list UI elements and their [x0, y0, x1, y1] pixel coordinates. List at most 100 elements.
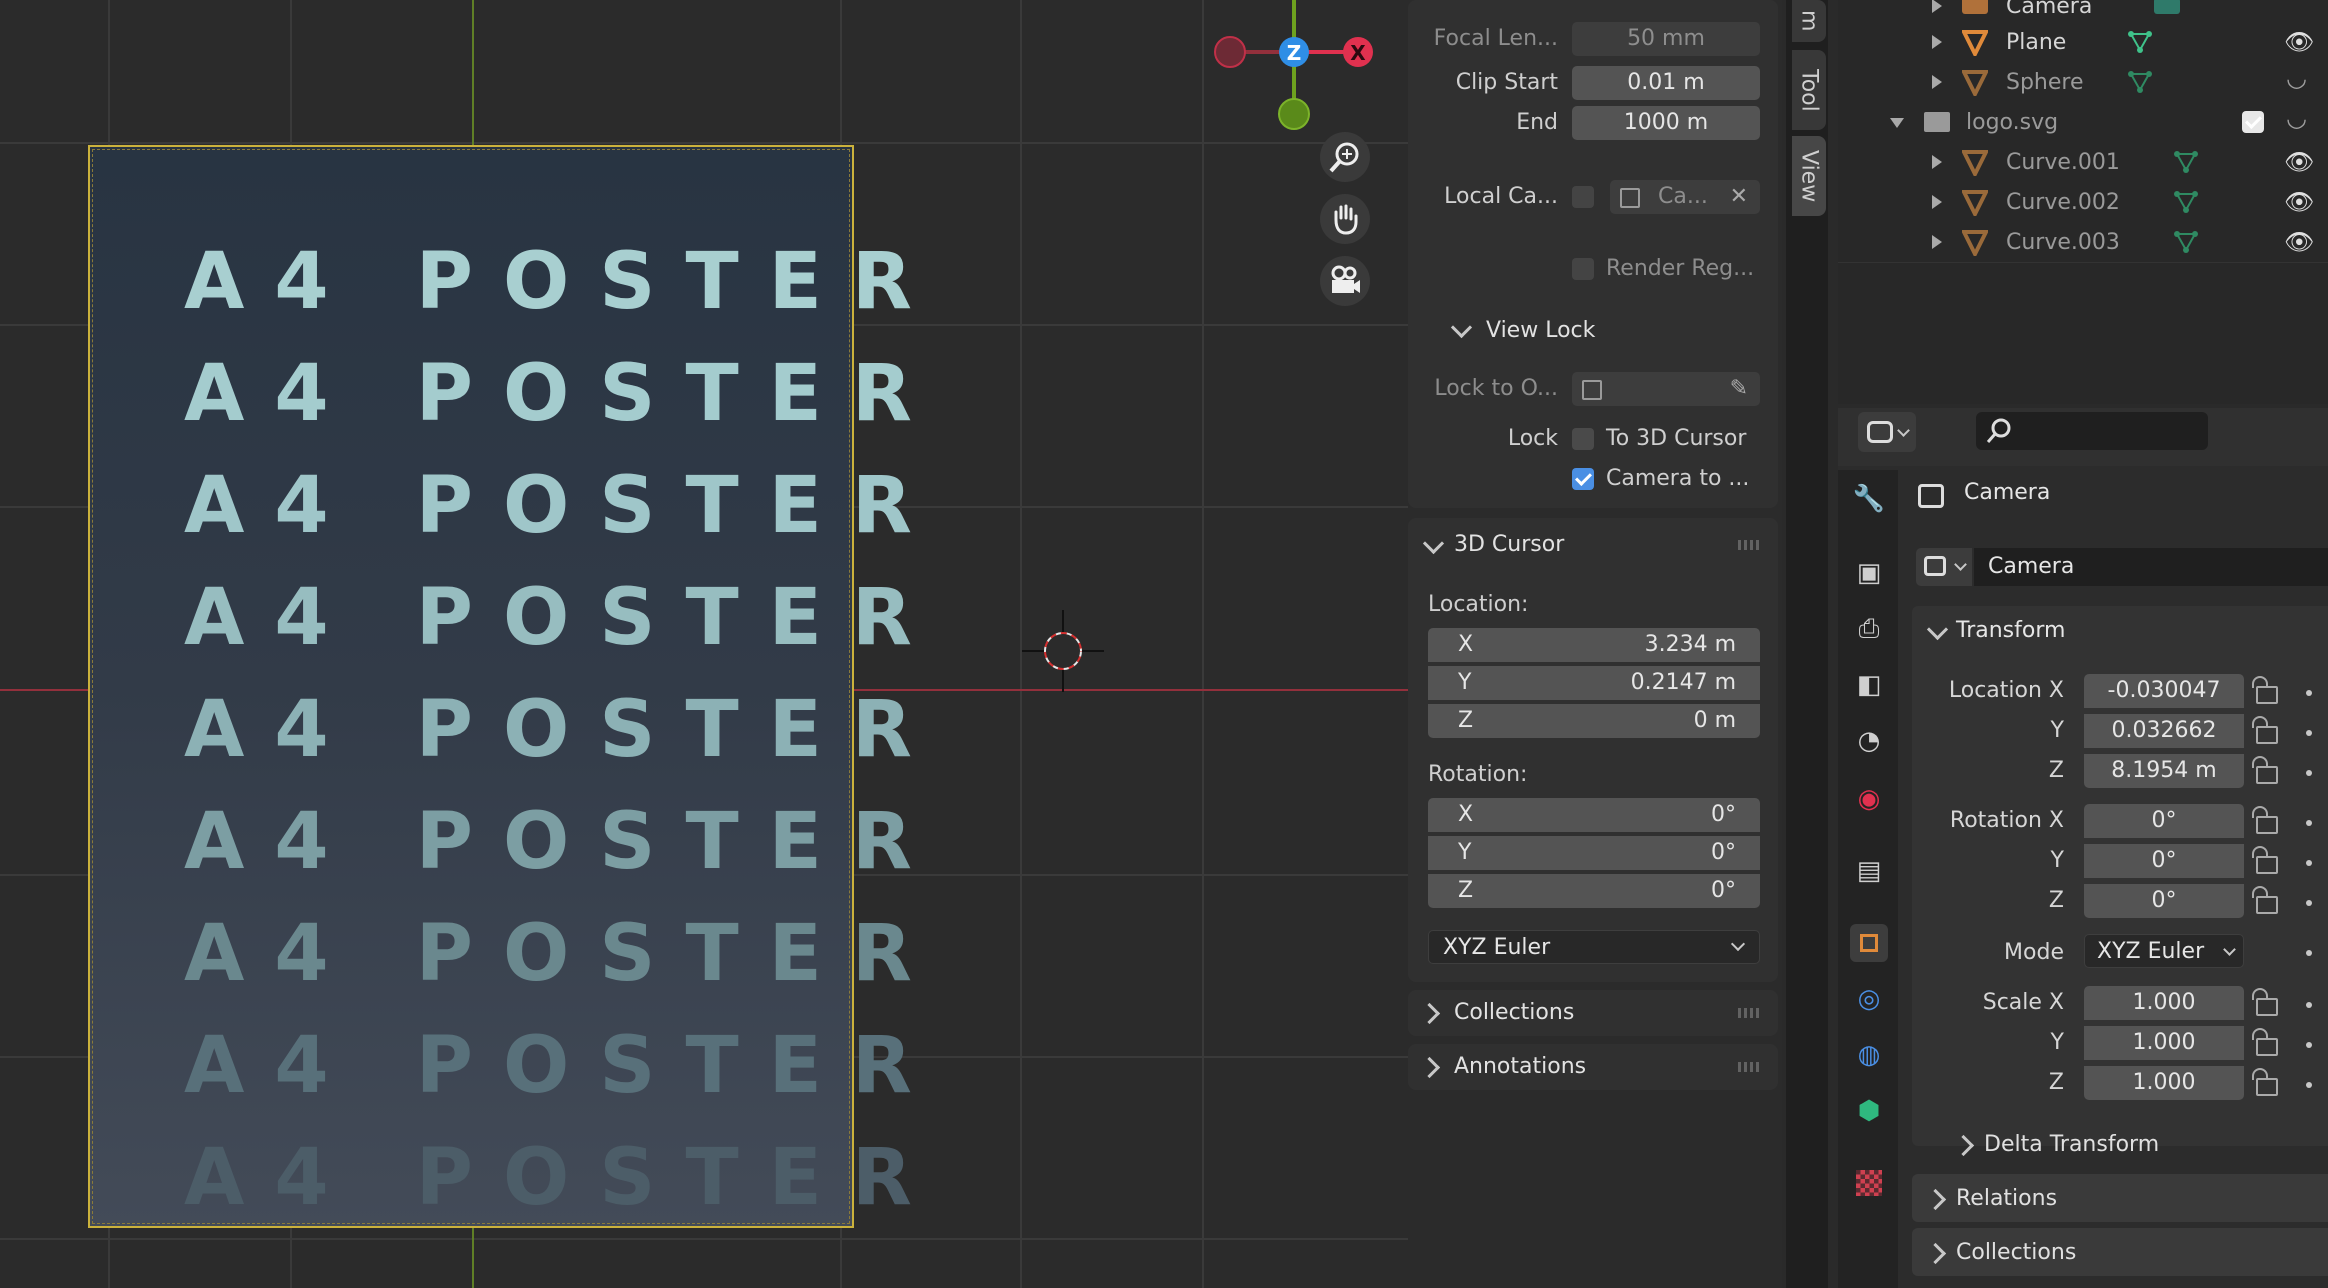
texture-tab-icon[interactable] — [1850, 1164, 1888, 1202]
keyframe-dot-icon[interactable] — [2306, 950, 2312, 956]
render-region-checkbox[interactable] — [1572, 258, 1594, 280]
lock-icon[interactable] — [2252, 716, 2278, 744]
3d-cursor-icon[interactable] — [1022, 610, 1104, 692]
cursor-loc-y[interactable]: Y 0.2147 m — [1428, 666, 1760, 700]
keyframe-dot-icon[interactable] — [2306, 820, 2312, 826]
eyedropper-icon[interactable]: ✎ — [1730, 372, 1748, 406]
rotation-mode-dropdown[interactable]: XYZ Euler — [1428, 930, 1760, 964]
world-tab-icon[interactable]: ◉ — [1850, 780, 1888, 818]
cursor-header[interactable]: 3D Cursor — [1454, 532, 1564, 557]
clear-icon[interactable]: ✕ — [1730, 180, 1748, 214]
poster-camera-frame[interactable]: A4 POSTER A4 POSTER A4 POSTER A4 POSTER … — [88, 145, 912, 1228]
focal-length-field[interactable]: 50 mm — [1572, 22, 1760, 56]
eye-closed-icon[interactable]: ◡ — [2286, 104, 2307, 132]
lock-to-object-field[interactable]: ✎ — [1572, 372, 1760, 406]
drag-handle-icon[interactable] — [1738, 1062, 1762, 1072]
outliner-label: Plane — [2006, 30, 2067, 55]
scene-tab-icon[interactable]: ◔ — [1850, 722, 1888, 760]
rotation-y-field[interactable]: 0° — [2084, 844, 2244, 878]
lock-icon[interactable] — [2252, 676, 2278, 704]
scale-y-field[interactable]: 1.000 — [2084, 1026, 2244, 1060]
annotations-header[interactable]: Annotations — [1454, 1054, 1586, 1079]
camera-data-tab-icon[interactable]: ⬢ — [1850, 1092, 1888, 1130]
outliner-row-curve-002[interactable]: Curve.002 👁 — [1838, 182, 2328, 222]
location-z-field[interactable]: 8.1954 m — [2084, 754, 2244, 788]
outliner-row-sphere[interactable]: Sphere ◡ — [1838, 62, 2328, 102]
keyframe-dot-icon[interactable] — [2306, 860, 2312, 866]
rotation-z-field[interactable]: 0° — [2084, 884, 2244, 918]
lock-to-cursor-checkbox[interactable] — [1572, 428, 1594, 450]
modifier-tab-icon[interactable]: ◎ — [1850, 980, 1888, 1018]
pan-button[interactable] — [1320, 194, 1370, 244]
3d-viewport[interactable]: A4 POSTER A4 POSTER A4 POSTER A4 POSTER … — [0, 0, 1410, 1288]
collections-header[interactable]: Collections — [1956, 1240, 2076, 1265]
collection-tab-icon[interactable]: ▤ — [1850, 852, 1888, 890]
clip-end-field[interactable]: 1000 m — [1572, 106, 1760, 140]
view-lock-header[interactable]: View Lock — [1486, 318, 1595, 343]
eye-icon[interactable]: 👁 — [2284, 28, 2314, 56]
lock-to-object-label: Lock to O... — [1434, 376, 1558, 401]
lock-icon[interactable] — [2252, 846, 2278, 874]
keyframe-dot-icon[interactable] — [2306, 1042, 2312, 1048]
lock-icon[interactable] — [2252, 1028, 2278, 1056]
scale-z-field[interactable]: 1.000 — [2084, 1066, 2244, 1100]
collection-checkbox[interactable] — [2242, 111, 2264, 133]
keyframe-dot-icon[interactable] — [2306, 1082, 2312, 1088]
cursor-loc-z[interactable]: Z0 m — [1428, 704, 1760, 738]
lock-camera-checkbox[interactable] — [1572, 468, 1594, 490]
outliner-row-plane[interactable]: Plane 👁 — [1838, 22, 2328, 62]
data-type-dropdown[interactable] — [1916, 548, 1972, 586]
eye-icon[interactable]: 👁 — [2284, 148, 2314, 176]
zoom-button[interactable] — [1320, 132, 1370, 182]
clip-start-field[interactable]: 0.01 m — [1572, 66, 1760, 100]
eye-icon[interactable]: 👁 — [2284, 228, 2314, 256]
eye-closed-icon[interactable]: ◡ — [2286, 64, 2307, 92]
tab-tool[interactable]: Tool — [1792, 50, 1826, 130]
location-x-field[interactable]: -0.030047 — [2084, 674, 2244, 708]
keyframe-dot-icon[interactable] — [2306, 690, 2312, 696]
lock-icon[interactable] — [2252, 886, 2278, 914]
lock-icon[interactable] — [2252, 806, 2278, 834]
output-tab-icon[interactable]: ⎙ — [1850, 610, 1888, 648]
delta-transform-header[interactable]: Delta Transform — [1984, 1132, 2159, 1157]
collections-header[interactable]: Collections — [1454, 1000, 1574, 1025]
rotation-x-field[interactable]: 0° — [2084, 804, 2244, 838]
drag-handle-icon[interactable] — [1738, 1008, 1762, 1018]
transform-header[interactable]: Transform — [1956, 618, 2065, 643]
location-y-field[interactable]: 0.032662 — [2084, 714, 2244, 748]
camera-object-icon — [1962, 0, 1988, 14]
outliner-row-curve-001[interactable]: Curve.001 👁 — [1838, 142, 2328, 182]
object-tab-icon[interactable] — [1850, 924, 1888, 962]
navigation-gizmo[interactable]: Z X — [1204, 0, 1384, 140]
keyframe-dot-icon[interactable] — [2306, 730, 2312, 736]
eye-icon[interactable]: 👁 — [2284, 188, 2314, 216]
cursor-rot-x[interactable]: X 0° — [1428, 798, 1760, 832]
object-name-field[interactable]: Camera — [1974, 548, 2328, 586]
tool-tab-icon[interactable]: 🔧 — [1850, 480, 1888, 518]
scale-x-field[interactable]: 1.000 — [2084, 986, 2244, 1020]
relations-header[interactable]: Relations — [1956, 1186, 2057, 1211]
tab-view[interactable]: View — [1792, 136, 1826, 216]
keyframe-dot-icon[interactable] — [2306, 770, 2312, 776]
lock-icon[interactable] — [2252, 756, 2278, 784]
tab-item[interactable]: m — [1792, 0, 1826, 42]
drag-handle-icon[interactable] — [1738, 540, 1762, 550]
cursor-rot-z[interactable]: Z 0° — [1428, 874, 1760, 908]
local-camera-field[interactable]: Ca... ✕ — [1610, 180, 1760, 214]
keyframe-dot-icon[interactable] — [2306, 900, 2312, 906]
render-tab-icon[interactable]: ▣ — [1850, 554, 1888, 592]
lock-icon[interactable] — [2252, 988, 2278, 1016]
search-input[interactable] — [1976, 412, 2208, 450]
cursor-loc-x[interactable]: X 3.234 m — [1428, 628, 1760, 662]
view-layer-tab-icon[interactable]: ◧ — [1850, 666, 1888, 704]
editor-type-dropdown[interactable] — [1858, 412, 1916, 452]
local-camera-checkbox[interactable] — [1572, 186, 1594, 208]
keyframe-dot-icon[interactable] — [2306, 1002, 2312, 1008]
lock-icon[interactable] — [2252, 1068, 2278, 1096]
outliner-row-curve-003[interactable]: Curve.003 👁 — [1838, 222, 2328, 262]
cursor-rot-y[interactable]: Y 0° — [1428, 836, 1760, 870]
outliner-row-logo[interactable]: logo.svg ◡ — [1838, 102, 2328, 142]
physics-tab-icon[interactable]: ◍ — [1850, 1036, 1888, 1074]
rotation-mode-dropdown[interactable]: XYZ Euler — [2084, 934, 2244, 968]
camera-view-button[interactable] — [1320, 256, 1370, 306]
